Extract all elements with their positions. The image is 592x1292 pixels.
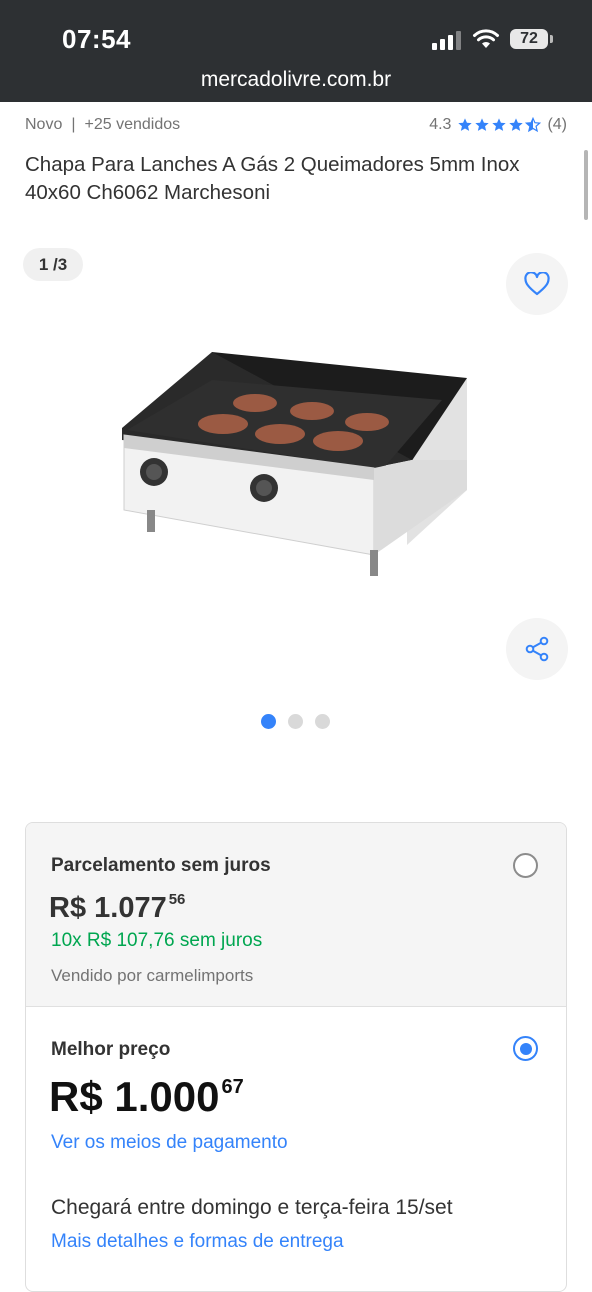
delivery-estimate: Chegará entre domingo e terça-feira 15/s… [51, 1196, 453, 1219]
gallery-dot-3[interactable] [315, 714, 330, 729]
best-price: R$ 1.000 67 [49, 1073, 244, 1121]
wifi-icon [473, 29, 499, 48]
installment-terms: 10x R$ 107,76 sem juros [51, 930, 263, 951]
installment-option-label: Parcelamento sem juros [51, 855, 271, 876]
rating-value: 4.3 [429, 116, 452, 133]
favorite-button[interactable] [506, 253, 568, 315]
heart-icon [524, 272, 550, 296]
installment-price: R$ 1.077 56 [49, 891, 185, 925]
gallery-dots[interactable] [261, 714, 330, 729]
installment-radio[interactable] [513, 853, 538, 878]
signal-icon [432, 30, 462, 50]
rating-stars [457, 117, 542, 133]
installment-price-main: R$ 1.077 [49, 892, 167, 924]
product-rating[interactable]: 4.3 (4) [429, 116, 567, 134]
status-time: 07:54 [62, 24, 131, 54]
payment-methods-link[interactable]: Ver os meios de pagamento [51, 1132, 288, 1154]
battery-tip [550, 35, 553, 43]
share-button[interactable] [506, 618, 568, 680]
installment-price-cents: 56 [168, 891, 186, 908]
image-counter: 1 /3 [23, 248, 83, 281]
installment-option[interactable]: Parcelamento sem juros R$ 1.077 56 10x R$… [26, 823, 566, 1007]
battery-indicator: 72 [510, 29, 548, 49]
star-half-icon [525, 117, 542, 133]
price-options-card: Parcelamento sem juros R$ 1.077 56 10x R$… [25, 822, 567, 1292]
condition-label: Novo [25, 116, 63, 133]
star-full-icon [458, 118, 473, 131]
best-price-radio[interactable] [513, 1036, 538, 1061]
sold-count: +25 vendidos [84, 116, 181, 133]
seller-info: Vendido por carmelimports [51, 966, 254, 985]
gallery-dot-1[interactable] [261, 714, 276, 729]
product-meta: Novo | +25 vendidos [25, 116, 180, 134]
best-price-main: R$ 1.000 [49, 1073, 220, 1120]
share-icon [525, 636, 549, 662]
meta-separator: | [71, 116, 76, 133]
best-price-cents: 67 [221, 1076, 244, 1098]
star-full-icon [509, 118, 524, 131]
gallery-dot-2[interactable] [288, 714, 303, 729]
star-full-icon [475, 118, 490, 131]
product-title: Chapa Para Lanches A Gás 2 Queimadores 5… [25, 153, 520, 204]
status-bar: 07:54 72 [0, 0, 592, 62]
rating-count: (4) [547, 116, 567, 133]
star-full-icon [492, 118, 507, 131]
browser-url-bar[interactable]: mercadolivre.com.br [0, 62, 592, 102]
page-scrollbar[interactable] [584, 150, 588, 220]
product-image[interactable] [112, 340, 482, 590]
best-price-label: Melhor preço [51, 1039, 171, 1060]
delivery-details-link[interactable]: Mais detalhes e formas de entrega [51, 1231, 344, 1253]
